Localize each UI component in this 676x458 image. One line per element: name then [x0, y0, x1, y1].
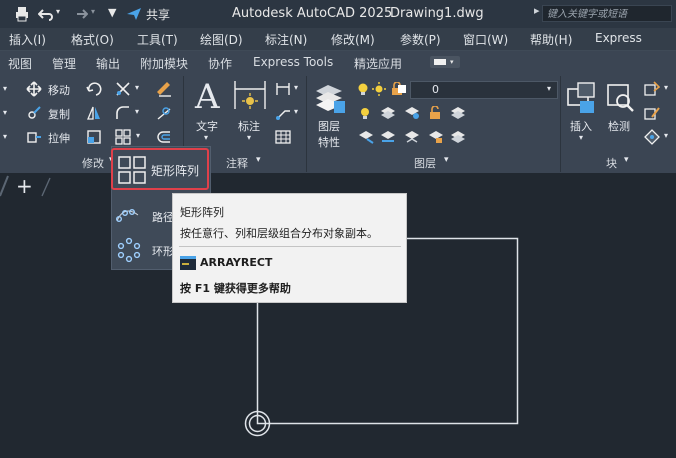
path-array-label: 路径	[152, 211, 174, 224]
path-array-icon	[116, 209, 139, 222]
rect-array-icon	[118, 156, 146, 184]
polar-array-item[interactable]: 环形	[114, 233, 174, 267]
tooltip-command-name: ARRAYRECT	[200, 256, 273, 269]
tooltip-title: 矩形阵列	[180, 206, 224, 219]
rect-array-label: 矩形阵列	[151, 164, 200, 178]
polar-array-label: 环形	[152, 245, 174, 258]
rect-array-item[interactable]: 矩形阵列	[111, 148, 209, 190]
tooltip-divider	[179, 246, 401, 247]
command-tooltip: 矩形阵列 按任意行、列和层级组合分布对象副本。 ARRAYRECT 按 F1 键…	[172, 193, 407, 303]
polar-array-icon	[117, 237, 141, 263]
tooltip-help-hint: 按 F1 键获得更多帮助	[180, 282, 291, 295]
path-array-item[interactable]: 路径	[114, 199, 174, 233]
command-line-icon	[180, 256, 196, 270]
tooltip-description: 按任意行、列和层级组合分布对象副本。	[180, 227, 378, 240]
